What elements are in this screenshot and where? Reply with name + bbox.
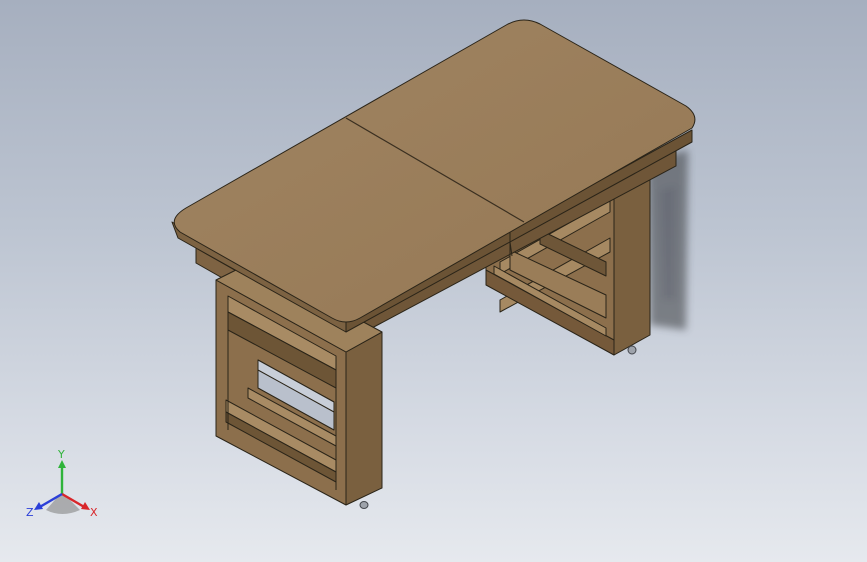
triad-graphic: Y X Z	[26, 448, 98, 519]
3d-viewport[interactable]: Y X Z	[0, 0, 867, 562]
table-model[interactable]	[0, 0, 867, 562]
orientation-triad[interactable]: Y X Z	[24, 446, 104, 526]
y-axis-arrow	[58, 460, 66, 468]
z-axis-label: Z	[26, 506, 34, 519]
x-axis-label: X	[90, 506, 98, 519]
y-axis-label: Y	[57, 448, 65, 461]
